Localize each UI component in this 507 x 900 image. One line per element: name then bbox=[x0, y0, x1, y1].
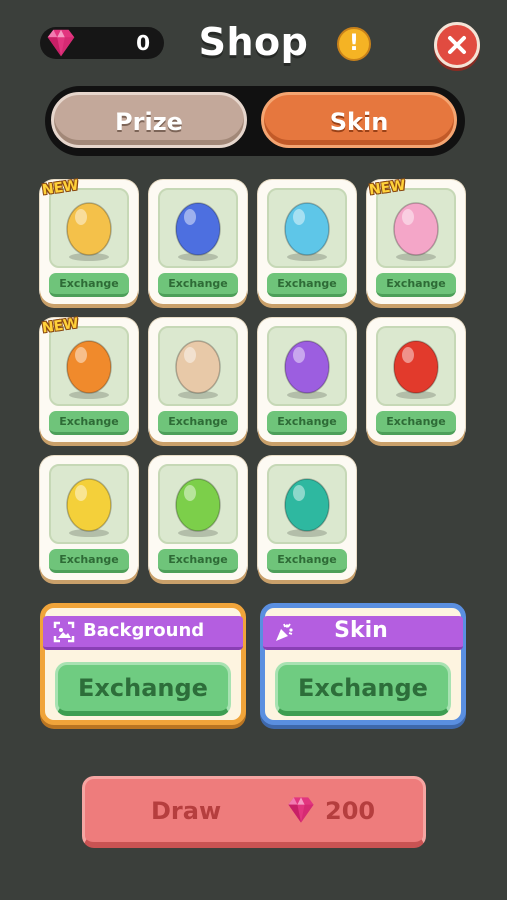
purple-monster-icon bbox=[284, 340, 330, 399]
skin-card[interactable]: Exchange bbox=[149, 456, 247, 580]
exchange-button[interactable]: Exchange bbox=[158, 273, 238, 297]
exchange-button[interactable]: Exchange bbox=[49, 411, 129, 435]
skin-card[interactable]: Exchange bbox=[258, 456, 356, 580]
background-ribbon: Background bbox=[43, 616, 243, 650]
image-frame-icon bbox=[53, 621, 75, 643]
skin-card[interactable]: Exchange bbox=[258, 180, 356, 304]
exchange-button[interactable]: Exchange bbox=[49, 273, 129, 297]
pink-egg-icon bbox=[393, 202, 439, 261]
exchange-button[interactable]: Exchange bbox=[376, 411, 456, 435]
exchange-button[interactable]: Exchange bbox=[267, 273, 347, 297]
exchange-button[interactable]: Exchange bbox=[49, 549, 129, 573]
close-icon bbox=[448, 36, 466, 54]
burger-monster-icon bbox=[66, 340, 112, 399]
yellow-dino-icon bbox=[66, 478, 112, 537]
cyan-swirl-egg-icon bbox=[284, 202, 330, 261]
background-title: Background bbox=[83, 620, 205, 641]
background-exchange-button[interactable]: Exchange bbox=[55, 662, 231, 716]
exchange-button[interactable]: Exchange bbox=[267, 549, 347, 573]
skin-title: Skin bbox=[334, 618, 388, 643]
exchange-button[interactable]: Exchange bbox=[158, 411, 238, 435]
gem-icon bbox=[288, 797, 314, 823]
tab-bar: Prize Skin bbox=[45, 86, 465, 156]
exchange-button[interactable]: Exchange bbox=[158, 549, 238, 573]
draw-price: 200 bbox=[325, 797, 376, 825]
page-title: Shop bbox=[198, 20, 309, 64]
skin-card[interactable]: Exchange bbox=[258, 318, 356, 442]
skin-card[interactable]: NEW Exchange bbox=[367, 178, 465, 304]
blue-egg-icon bbox=[175, 202, 221, 261]
skin-card[interactable]: Exchange bbox=[149, 318, 247, 442]
bird-egg-icon bbox=[175, 340, 221, 399]
skin-card[interactable]: NEW Exchange bbox=[40, 178, 138, 304]
skin-card[interactable]: Exchange bbox=[149, 180, 247, 304]
close-button[interactable] bbox=[434, 22, 480, 68]
info-button[interactable]: ! bbox=[337, 27, 371, 61]
exchange-button[interactable]: Exchange bbox=[376, 273, 456, 297]
green-dino-icon bbox=[175, 478, 221, 537]
spotted-egg-icon bbox=[66, 202, 112, 261]
exchange-button[interactable]: Exchange bbox=[267, 411, 347, 435]
tab-skin[interactable]: Skin bbox=[261, 92, 457, 148]
teal-dino-icon bbox=[284, 478, 330, 537]
skin-ribbon: Skin bbox=[263, 616, 463, 650]
skin-card[interactable]: Exchange bbox=[367, 318, 465, 442]
tab-prize[interactable]: Prize bbox=[51, 92, 247, 148]
skin-exchange-panel: Skin Exchange bbox=[260, 603, 466, 725]
red-dragon-icon bbox=[393, 340, 439, 399]
draw-button[interactable]: Draw 200 bbox=[82, 776, 426, 848]
skin-card[interactable]: NEW Exchange bbox=[40, 316, 138, 442]
skin-card[interactable]: Exchange bbox=[40, 456, 138, 580]
background-exchange-panel: Background Exchange bbox=[40, 603, 246, 725]
draw-label: Draw bbox=[151, 797, 222, 825]
skin-exchange-button[interactable]: Exchange bbox=[275, 662, 451, 716]
